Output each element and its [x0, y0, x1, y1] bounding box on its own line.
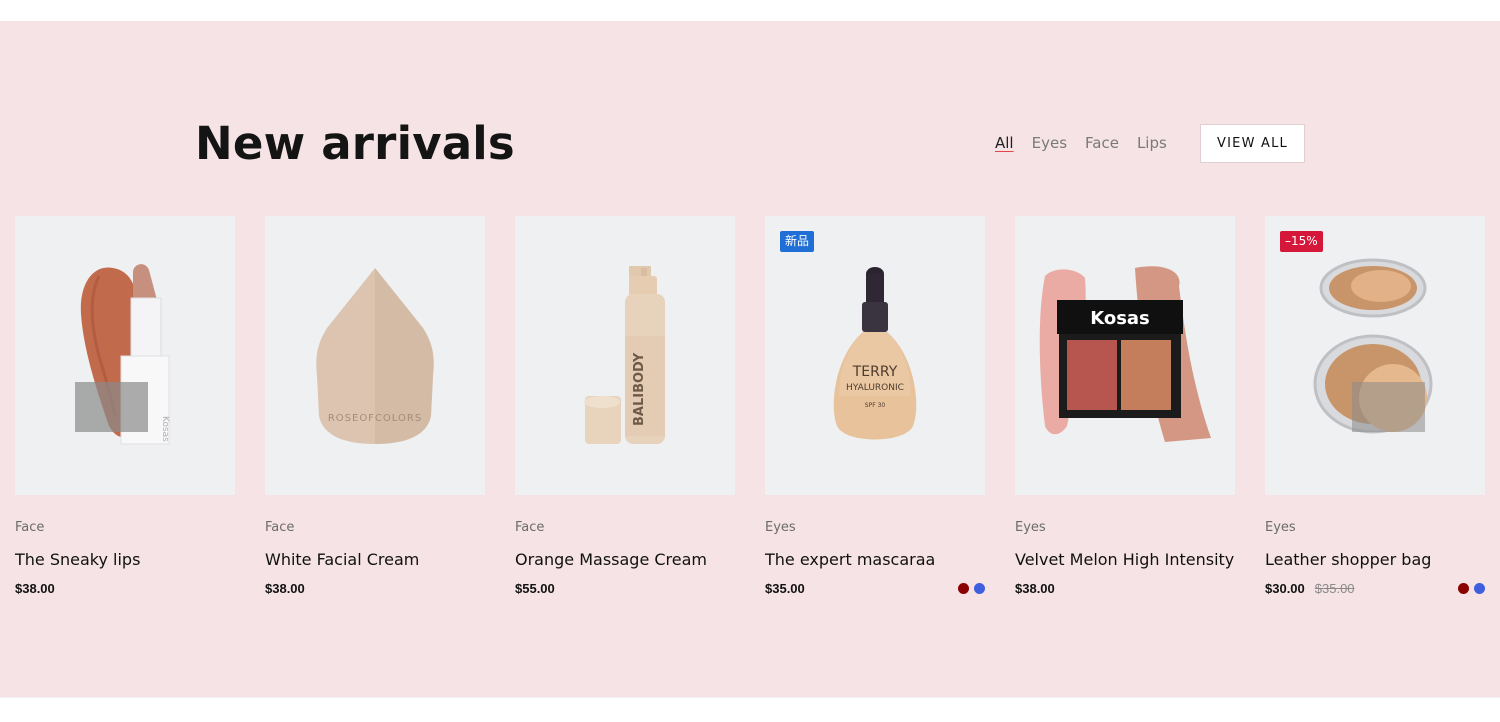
swatch-dark-red[interactable] — [958, 583, 969, 594]
product-name[interactable]: White Facial Cream — [265, 550, 485, 570]
product-price: $38.00 — [1015, 580, 1055, 596]
new-badge: 新品 — [780, 231, 815, 252]
section-title: New arrivals — [195, 117, 515, 170]
svg-text:ROSEOFCOLORS: ROSEOFCOLORS — [328, 413, 422, 424]
svg-text:HYALURONIC: HYALURONIC — [846, 383, 904, 393]
foundation-bottle-image: TERRY HYALURONIC SPF 30 — [833, 267, 917, 440]
swatch-blue[interactable] — [1474, 583, 1485, 594]
svg-text:TERRY: TERRY — [852, 364, 898, 380]
product-price: $38.00 — [265, 580, 305, 596]
product-card: ROSEOFCOLORS Face White Facial Cream $38… — [265, 216, 485, 597]
compact-powder-image — [1313, 258, 1433, 434]
compare-at-price: $35.00 — [1314, 580, 1355, 596]
product-name[interactable]: The Sneaky lips — [15, 550, 235, 570]
product-name[interactable]: Leather shopper bag — [1265, 550, 1485, 570]
price-row: $38.00 — [265, 579, 485, 597]
filter-eyes[interactable]: Eyes — [1032, 133, 1067, 153]
product-card: Kosas Face The Sneaky lips $38.00 — [15, 216, 235, 597]
product-category: Eyes — [1265, 520, 1296, 535]
product-image-foundation[interactable]: TERRY HYALURONIC SPF 30 新品 — [765, 216, 985, 495]
price-row: $38.00 — [15, 579, 235, 597]
section-divider — [0, 697, 1500, 698]
filter-face[interactable]: Face — [1085, 133, 1119, 153]
pump-bottle-image: BALIBODY — [584, 266, 665, 444]
product-card: Kosas Eyes Velvet Melon High Intensity $… — [1015, 216, 1235, 597]
swatch-dark-red[interactable] — [1458, 583, 1469, 594]
view-all-button[interactable]: VIEW ALL — [1200, 124, 1305, 163]
filter-all[interactable]: All — [995, 133, 1014, 153]
product-image-lipstick[interactable]: Kosas — [15, 216, 235, 495]
svg-text:BALIBODY: BALIBODY — [632, 352, 647, 426]
price-row: $38.00 — [1015, 579, 1235, 597]
product-card: BALIBODY Face Orange Massage Cream $55.0… — [515, 216, 735, 597]
product-image-compact[interactable]: –15% — [1265, 216, 1485, 495]
product-image-sponge[interactable]: ROSEOFCOLORS — [265, 216, 485, 495]
product-price: $55.00 — [515, 580, 555, 596]
category-filters: All Eyes Face Lips — [995, 133, 1185, 153]
product-card: –15% Eyes Leather shopper bag $30.00 $35… — [1265, 216, 1485, 597]
price-row: $30.00 $35.00 — [1265, 579, 1485, 597]
product-name[interactable]: Velvet Melon High Intensity — [1015, 550, 1235, 570]
product-name[interactable]: The expert mascaraa — [765, 550, 985, 570]
product-name[interactable]: Orange Massage Cream — [515, 550, 735, 570]
color-swatches — [958, 583, 985, 594]
svg-text:Kosas: Kosas — [1090, 308, 1150, 329]
product-category: Eyes — [1015, 520, 1046, 535]
svg-text:Kosas: Kosas — [160, 416, 170, 442]
product-image-pump-bottle[interactable]: BALIBODY — [515, 216, 735, 495]
product-category: Eyes — [765, 520, 796, 535]
svg-text:SPF 30: SPF 30 — [865, 402, 886, 409]
product-price: $35.00 — [765, 580, 805, 596]
price-row: $35.00 — [765, 579, 985, 597]
swatch-blue[interactable] — [974, 583, 985, 594]
product-image-blush-palette[interactable]: Kosas — [1015, 216, 1235, 495]
discount-badge: –15% — [1280, 231, 1323, 252]
new-arrivals-section: New arrivals All Eyes Face Lips VIEW ALL… — [0, 21, 1500, 697]
lipstick-image: Kosas — [75, 264, 170, 445]
filter-lips[interactable]: Lips — [1137, 133, 1167, 153]
product-card: TERRY HYALURONIC SPF 30 新品 Eyes The expe… — [765, 216, 985, 597]
color-swatches — [1458, 583, 1485, 594]
product-category: Face — [15, 520, 45, 535]
blush-palette-image: Kosas — [1039, 266, 1211, 442]
product-category: Face — [515, 520, 545, 535]
product-price: $30.00 — [1265, 580, 1305, 596]
sponge-image: ROSEOFCOLORS — [316, 268, 434, 444]
price-row: $55.00 — [515, 579, 735, 597]
product-price: $38.00 — [15, 580, 55, 596]
product-category: Face — [265, 520, 295, 535]
